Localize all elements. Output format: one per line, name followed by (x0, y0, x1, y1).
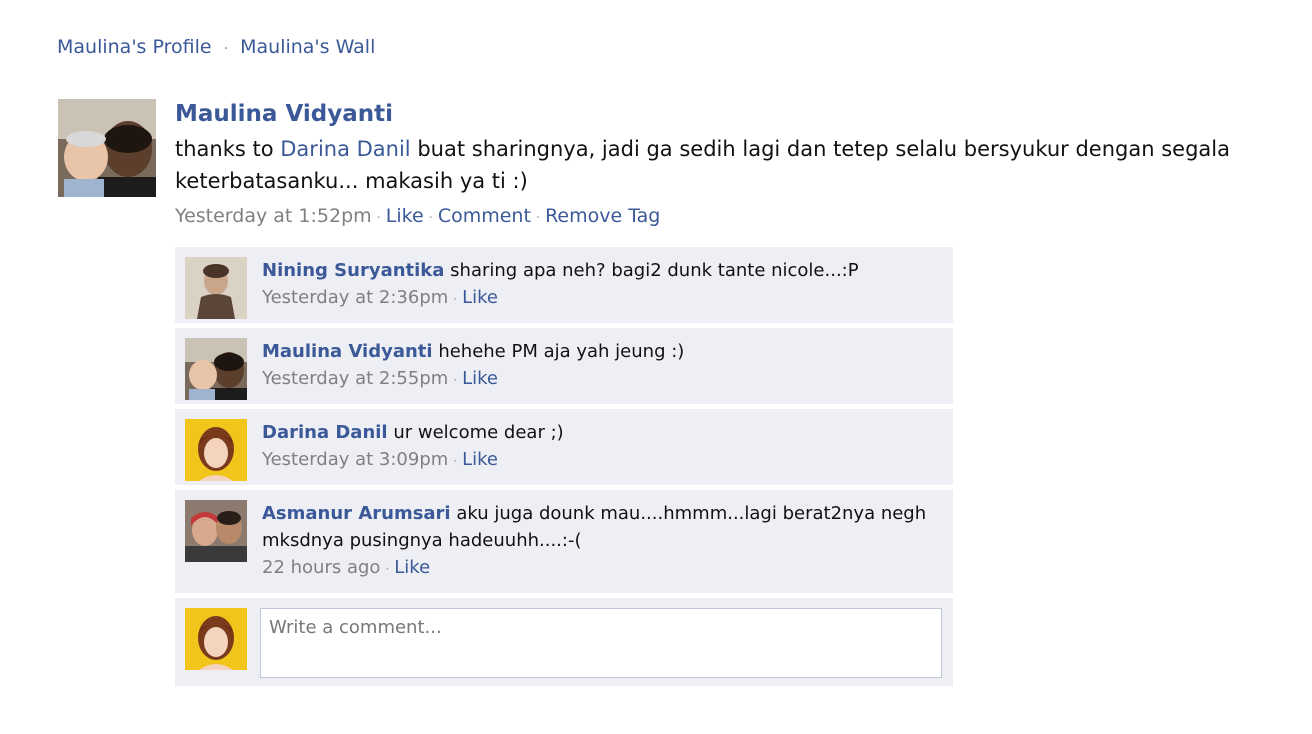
comment-text-line: Maulina Vidyanti hehehe PM aja yah jeung… (262, 338, 943, 365)
commenter-avatar[interactable] (185, 500, 247, 562)
post-body: Maulina Vidyanti thanks to Darina Danil … (175, 99, 1295, 227)
post-meta: Yesterday at 1:52pm · Like · Comment · Remove … (175, 205, 661, 227)
post-message: thanks to Darina Danil buat sharingnya, … (175, 133, 1295, 197)
wall-link[interactable]: Maulina's Wall (240, 36, 375, 58)
comment-item: Nining Suryantika sharing apa neh? bagi2… (175, 247, 953, 323)
commenter-avatar[interactable] (185, 419, 247, 481)
comment-like-link[interactable]: Like (462, 287, 498, 308)
post-author-name[interactable]: Maulina Vidyanti (175, 101, 1295, 127)
comment-timestamp[interactable]: Yesterday at 2:36pm (262, 287, 448, 308)
remove-tag-link[interactable]: Remove Tag (545, 205, 660, 227)
post-like-link[interactable]: Like (386, 205, 424, 227)
comment-timestamp[interactable]: Yesterday at 3:09pm (262, 449, 448, 470)
comment-composer (175, 598, 953, 686)
post-comment-link[interactable]: Comment (438, 205, 531, 227)
comment-author[interactable]: Darina Danil (262, 422, 388, 443)
comment-list: Nining Suryantika sharing apa neh? bagi2… (175, 247, 953, 686)
comment-text-line: Asmanur Arumsari aku juga dounk mau....h… (262, 500, 943, 554)
comment-item: Darina Danil ur welcome dear ;) Yesterda… (175, 409, 953, 485)
comment-item: Maulina Vidyanti hehehe PM aja yah jeung… (175, 328, 953, 404)
comment-author[interactable]: Maulina Vidyanti (262, 341, 433, 362)
comment-input[interactable] (260, 608, 942, 678)
profile-link[interactable]: Maulina's Profile (57, 36, 212, 58)
breadcrumb-separator: · (223, 41, 229, 57)
comment-meta: Yesterday at 2:36pm · Like (262, 287, 499, 308)
comment-like-link[interactable]: Like (394, 557, 430, 578)
comment-text: hehehe PM aja yah jeung :) (438, 341, 685, 362)
post-timestamp[interactable]: Yesterday at 1:52pm (175, 205, 372, 227)
comment-like-link[interactable]: Like (462, 449, 498, 470)
comment-timestamp[interactable]: Yesterday at 2:55pm (262, 368, 448, 389)
comment-like-link[interactable]: Like (462, 368, 498, 389)
commenter-avatar[interactable] (185, 257, 247, 319)
post-text-before: thanks to (175, 137, 281, 161)
breadcrumb: Maulina's Profile · Maulina's Wall (57, 36, 375, 58)
comment-item: Asmanur Arumsari aku juga dounk mau....h… (175, 490, 953, 593)
comment-text-line: Nining Suryantika sharing apa neh? bagi2… (262, 257, 943, 284)
comment-timestamp[interactable]: 22 hours ago (262, 557, 380, 578)
comment-author[interactable]: Nining Suryantika (262, 260, 444, 281)
mention-link[interactable]: Darina Danil (280, 137, 410, 161)
comment-author[interactable]: Asmanur Arumsari (262, 503, 451, 524)
current-user-avatar (185, 608, 247, 670)
comment-meta: Yesterday at 2:55pm · Like (262, 368, 499, 389)
comment-text-line: Darina Danil ur welcome dear ;) (262, 419, 943, 446)
comment-text: ur welcome dear ;) (393, 422, 564, 443)
commenter-avatar[interactable] (185, 338, 247, 400)
comment-meta: Yesterday at 3:09pm · Like (262, 449, 499, 470)
comment-text: sharing apa neh? bagi2 dunk tante nicole… (450, 260, 859, 281)
post-author-avatar[interactable] (58, 99, 156, 197)
comment-meta: 22 hours ago · Like (262, 557, 431, 578)
